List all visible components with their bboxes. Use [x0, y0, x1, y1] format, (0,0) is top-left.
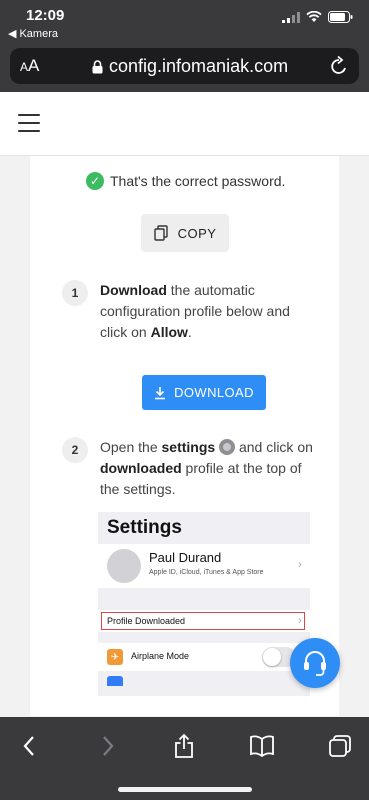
chevron-left-icon	[23, 736, 34, 756]
password-ok-message: ✓ That's the correct password.	[86, 172, 285, 190]
status-time: 12:09	[26, 7, 65, 24]
profile-downloaded-label: Profile Downloaded	[107, 616, 186, 626]
copy-label: COPY	[177, 225, 217, 241]
site-header	[0, 92, 369, 156]
status-icons	[282, 11, 353, 23]
settings-gear-icon	[219, 439, 236, 455]
back-app-label: Kamera	[19, 27, 58, 40]
lock-icon	[92, 59, 103, 73]
home-indicator	[118, 787, 252, 792]
download-label: DOWNLOAD	[174, 385, 254, 400]
airplane-mode-label: Airplane Mode	[131, 651, 190, 661]
chevron-right-icon	[103, 736, 114, 756]
password-ok-text: That's the correct password.	[110, 173, 286, 189]
tabs-button[interactable]	[325, 733, 355, 759]
profile-downloaded-highlight: Profile Downloaded	[101, 612, 305, 630]
headset-icon	[304, 651, 326, 676]
back-button[interactable]	[14, 733, 44, 759]
step-1: 1 Download the automatic configuration p…	[62, 280, 320, 343]
avatar	[107, 549, 141, 583]
reload-icon[interactable]	[329, 55, 349, 77]
settings-title: Settings	[107, 517, 182, 538]
copy-button[interactable]: COPY	[141, 214, 229, 252]
share-button[interactable]	[169, 733, 199, 759]
step-number: 2	[62, 437, 88, 463]
book-icon	[250, 735, 274, 757]
support-chat-button[interactable]	[290, 638, 340, 688]
address-bar[interactable]: AA config.infomaniak.com	[10, 48, 359, 84]
profile-name: Paul Durand	[149, 550, 222, 565]
tabs-icon	[329, 735, 351, 757]
bookmarks-button[interactable]	[247, 733, 277, 759]
airplane-icon: ✈	[107, 649, 123, 665]
battery-icon	[328, 11, 353, 23]
back-triangle-icon: ◀	[8, 28, 17, 40]
settings-screenshot: Settings Paul Durand Apple ID, iCloud, i…	[98, 512, 310, 696]
wifi-icon	[306, 11, 322, 22]
url-text: config.infomaniak.com	[109, 56, 289, 76]
back-to-app-link[interactable]: ◀ Kamera	[8, 27, 58, 41]
forward-button[interactable]	[93, 733, 123, 759]
content-card: ✓ That's the correct password. COPY 1 Do…	[30, 156, 339, 716]
chevron-right-icon: ›	[298, 557, 302, 571]
download-icon	[155, 386, 166, 399]
step-number: 1	[62, 280, 88, 306]
profile-subtitle: Apple ID, iCloud, iTunes & App Store	[149, 569, 264, 576]
copy-icon	[153, 225, 168, 241]
check-circle-icon: ✓	[86, 172, 104, 190]
download-button[interactable]: DOWNLOAD	[142, 375, 266, 410]
menu-icon[interactable]	[18, 114, 40, 132]
settings-row-icon	[107, 676, 123, 686]
step-2-text: Open the settings and click on downloade…	[100, 439, 313, 497]
chevron-right-icon: ›	[298, 613, 302, 627]
step-2: 2 Open the settings and click on downloa…	[62, 437, 320, 500]
browser-chrome-top: 12:09 ◀ Kamera AA config.infomaniak.com	[0, 0, 369, 92]
text-size-button[interactable]: AA	[20, 56, 39, 76]
profile-downloaded-row: Profile Downloaded ›	[98, 610, 310, 632]
airplane-mode-row: ✈ Airplane Mode	[98, 643, 310, 671]
share-icon	[175, 733, 193, 758]
step-1-text: Download the automatic configuration pro…	[100, 282, 290, 340]
signal-icon	[282, 11, 300, 23]
apple-id-row: Paul Durand Apple ID, iCloud, iTunes & A…	[98, 544, 310, 588]
url-field[interactable]: config.infomaniak.com	[92, 56, 288, 77]
